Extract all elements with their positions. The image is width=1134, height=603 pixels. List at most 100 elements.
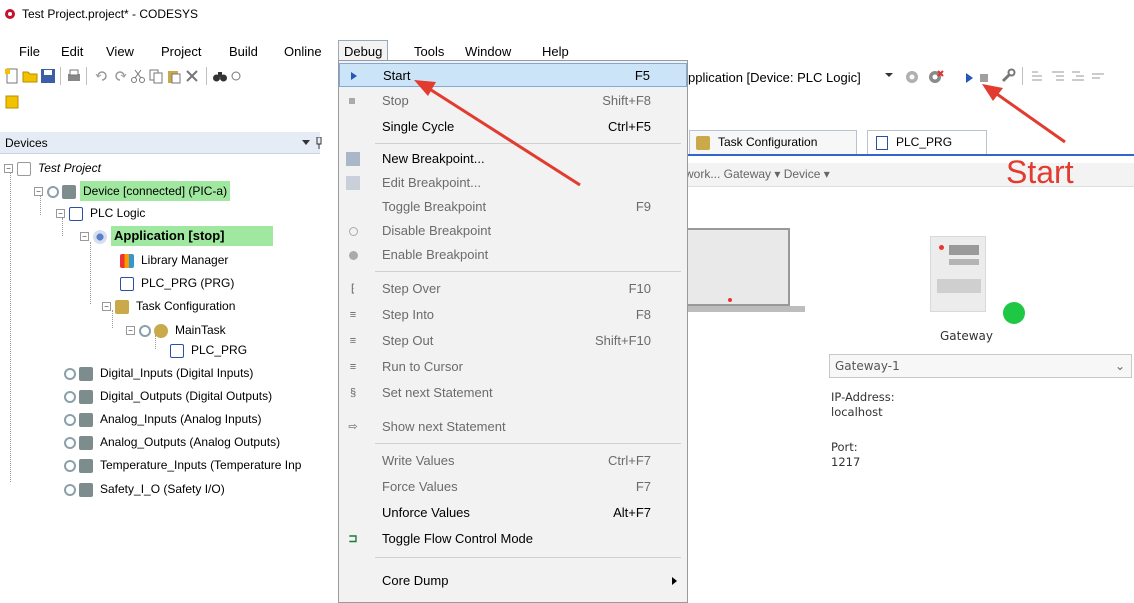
menu-item-run-to-cursor[interactable]: ≡ Run to Cursor [339, 355, 687, 379]
reset-tool-icon[interactable] [1000, 68, 1016, 84]
tree-item-digital-inputs[interactable]: Digital_Inputs (Digital Inputs) [64, 363, 256, 383]
computer-illustration [685, 228, 790, 306]
tree-item-application[interactable]: − Application [stop] [80, 226, 273, 246]
menu-item-step-into[interactable]: ≡ Step Into F8 [339, 303, 687, 327]
redo-icon[interactable] [112, 68, 128, 84]
collapse-icon[interactable]: − [102, 302, 111, 312]
menu-edit[interactable]: Edit [56, 40, 88, 64]
tree-item-test-project[interactable]: − Test Project [4, 158, 104, 178]
menu-item-unforce-values[interactable]: Unforce Values Alt+F7 [339, 501, 687, 525]
tree-item-task-plc-prg[interactable]: PLC_PRG [170, 340, 250, 360]
tree-item-task-configuration[interactable]: − Task Configuration [102, 296, 238, 316]
menu-item-disable-breakpoint[interactable]: Disable Breakpoint [339, 219, 687, 243]
menu-item-step-over[interactable]: ⁅ Step Over F10 [339, 277, 687, 301]
tree-item-temperature-inputs[interactable]: Temperature_Inputs (Temperature Inp [64, 455, 304, 475]
start-annotation-label: Start [1006, 154, 1074, 190]
menu-build[interactable]: Build [224, 40, 263, 64]
menu-view[interactable]: View [101, 40, 139, 64]
menu-item-stop[interactable]: Stop Shift+F8 [339, 89, 687, 113]
menu-item-shortcut: F10 [628, 281, 651, 296]
run-to-cursor-icon[interactable] [1090, 69, 1106, 85]
tree-item-digital-outputs[interactable]: Digital_Outputs (Digital Outputs) [64, 386, 275, 406]
menu-item-enable-breakpoint[interactable]: Enable Breakpoint [339, 243, 687, 267]
menu-item-new-breakpoint[interactable]: New Breakpoint... [339, 147, 687, 171]
tree-item-plc-prg[interactable]: PLC_PRG (PRG) [120, 273, 237, 293]
menu-item-show-next-statement[interactable]: ⇨ Show next Statement [339, 415, 687, 439]
pin-icon[interactable] [316, 137, 322, 149]
copy-icon[interactable] [148, 68, 164, 84]
task-configuration-icon [115, 299, 129, 314]
tree-item-library-manager[interactable]: Library Manager [120, 250, 231, 270]
io-module-icon [79, 435, 93, 450]
connection-status-icon [64, 413, 76, 426]
collapse-icon[interactable]: − [126, 326, 135, 336]
undo-icon[interactable] [94, 68, 110, 84]
subnav-text[interactable]: work... Gateway ▾ Device ▾ [685, 167, 830, 181]
tab-label: PLC_PRG [896, 135, 953, 149]
menu-file[interactable]: File [14, 40, 45, 64]
devices-panel-title: Devices [5, 136, 48, 150]
menu-project[interactable]: Project [156, 40, 206, 64]
library-books-icon [120, 253, 134, 268]
tree-item-analog-outputs[interactable]: Analog_Outputs (Analog Outputs) [64, 432, 283, 452]
menu-item-label: Toggle Breakpoint [382, 199, 487, 214]
computer-status-dot [728, 298, 732, 302]
menu-item-set-next-statement[interactable]: § Set next Statement [339, 381, 687, 405]
collapse-icon[interactable]: − [56, 209, 65, 219]
tab-task-configuration[interactable]: Task Configuration [689, 130, 857, 154]
menu-item-write-values[interactable]: Write Values Ctrl+F7 [339, 449, 687, 473]
menu-item-toggle-flow-control[interactable]: ⊐ Toggle Flow Control Mode [339, 527, 687, 551]
menu-item-force-values[interactable]: Force Values F7 [339, 475, 687, 499]
menu-item-step-out[interactable]: ≡ Step Out Shift+F10 [339, 329, 687, 353]
toolbar-separator [60, 67, 61, 85]
find-replace-icon[interactable] [230, 68, 246, 84]
menu-item-label: Step Out [382, 333, 434, 348]
menu-item-core-dump[interactable]: Core Dump [339, 569, 687, 593]
menu-item-shortcut: Ctrl+F7 [608, 453, 651, 468]
menu-item-shortcut: F7 [635, 479, 651, 494]
menu-item-label: Show next Statement [382, 419, 506, 434]
gateway-select[interactable]: Gateway-1 ⌄ [829, 354, 1132, 378]
tree-item-device[interactable]: − Device [connected] (PIC-a) [34, 181, 231, 201]
toolbar-extra-icon[interactable] [4, 94, 20, 110]
collapse-icon[interactable]: − [80, 232, 89, 242]
menu-item-toggle-breakpoint[interactable]: Toggle Breakpoint F9 [339, 195, 687, 219]
paste-icon[interactable] [166, 68, 182, 84]
menu-item-label: Step Into [382, 307, 435, 322]
find-binoculars-icon[interactable] [212, 68, 228, 84]
menu-online[interactable]: Online [279, 40, 327, 64]
tree-item-label: Library Manager [141, 253, 229, 267]
show-next-statement-icon: ⇨ [348, 421, 358, 433]
tree-item-plc-logic[interactable]: − PLC Logic [56, 203, 148, 223]
print-icon[interactable] [66, 68, 82, 84]
step-into-icon[interactable] [1050, 69, 1066, 85]
tree-item-analog-inputs[interactable]: Analog_Inputs (Analog Inputs) [64, 409, 264, 429]
menu-item-single-cycle[interactable]: Single Cycle Ctrl+F5 [339, 115, 687, 139]
connection-status-icon [139, 324, 151, 337]
collapse-icon[interactable]: − [34, 187, 43, 197]
start-button-icon[interactable] [964, 72, 974, 84]
tree-item-maintask[interactable]: − MainTask [126, 320, 229, 340]
tab-plc-prg[interactable]: PLC_PRG [867, 130, 987, 154]
delete-icon[interactable] [184, 68, 200, 84]
menu-item-edit-breakpoint[interactable]: Edit Breakpoint... [339, 171, 687, 195]
open-folder-icon[interactable] [22, 68, 38, 84]
menu-item-label: Single Cycle [382, 119, 455, 134]
new-project-icon[interactable] [4, 68, 20, 84]
selector-dropdown-icon[interactable] [884, 70, 894, 80]
step-over-icon[interactable] [1030, 69, 1046, 85]
panel-dropdown-icon[interactable] [302, 140, 310, 146]
login-icon[interactable] [904, 69, 920, 85]
active-application-selector[interactable]: pplication [Device: PLC Logic] [688, 70, 861, 85]
menu-item-start[interactable]: Start F5 [339, 63, 687, 87]
tree-item-label: Digital_Inputs (Digital Inputs) [100, 366, 254, 380]
disabled-breakpoint-icon [349, 227, 358, 236]
tree-item-safety-io[interactable]: Safety_I_O (Safety I/O) [64, 479, 228, 499]
run-to-cursor-icon: ≡ [349, 361, 357, 373]
stop-button-icon[interactable] [980, 74, 988, 82]
logout-icon[interactable] [928, 69, 944, 85]
cut-icon[interactable] [130, 68, 146, 84]
collapse-icon[interactable]: − [4, 164, 13, 174]
save-icon[interactable] [40, 68, 56, 84]
step-out-icon[interactable] [1070, 69, 1086, 85]
